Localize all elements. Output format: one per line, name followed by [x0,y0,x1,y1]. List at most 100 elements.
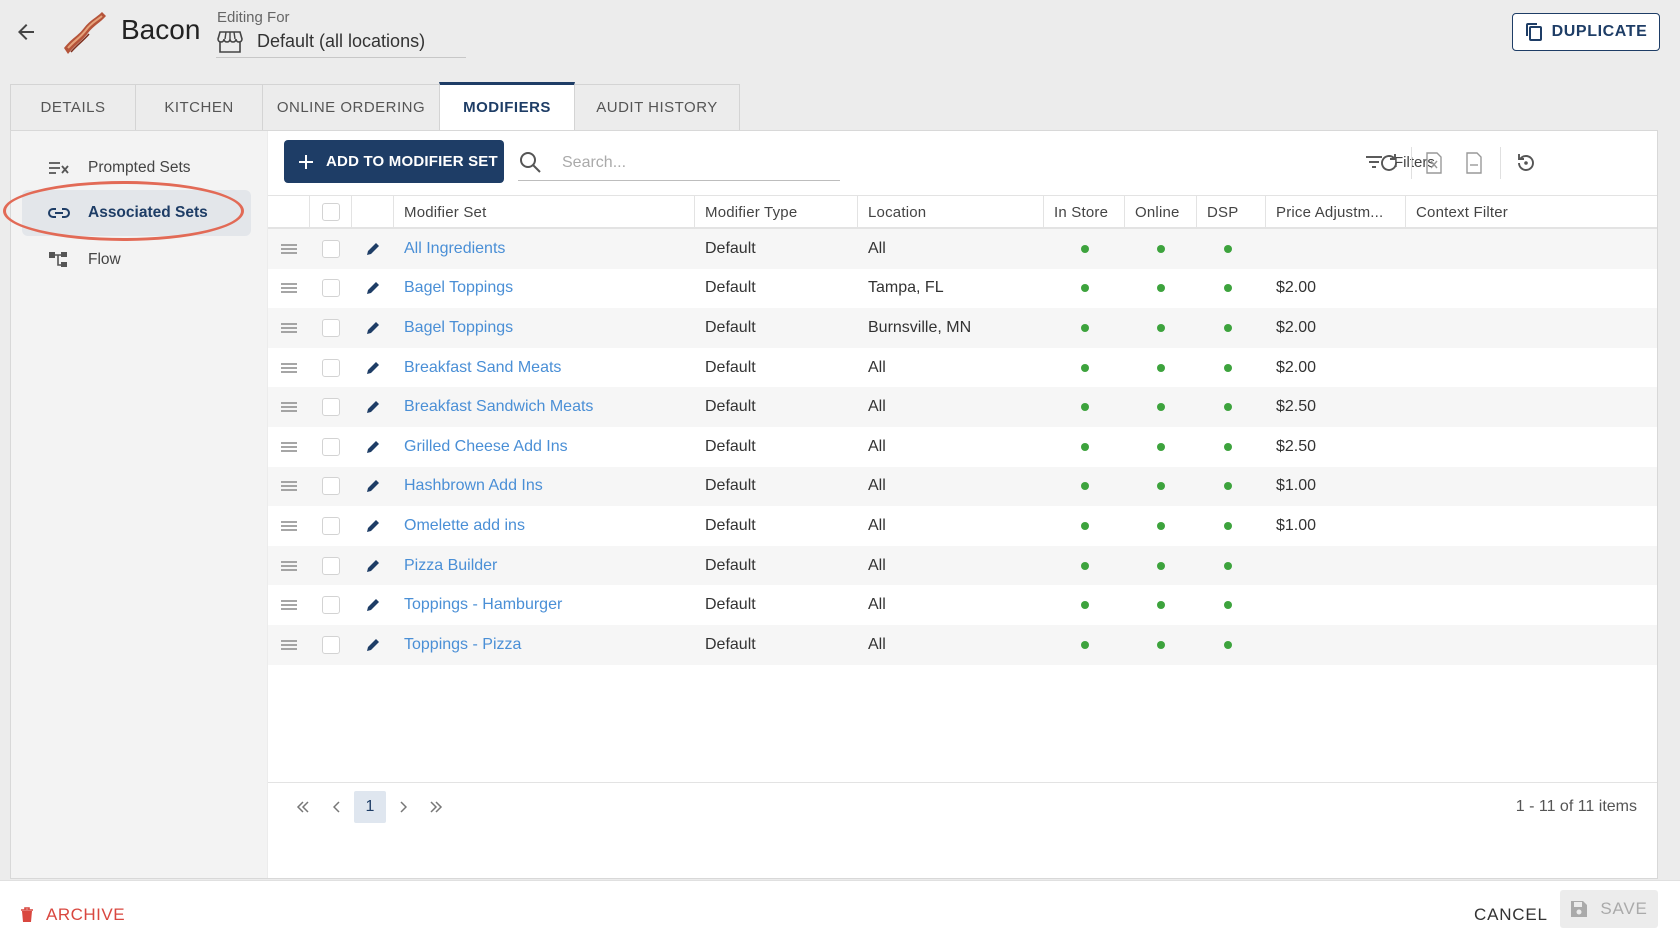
drag-handle-icon[interactable] [280,402,298,412]
in-store-status-dot [1080,363,1089,372]
drag-handle-icon[interactable] [280,560,298,571]
drag-handle-icon[interactable] [280,481,298,492]
select-all-checkbox[interactable] [321,203,340,221]
location-selector[interactable]: Editing For Default (all locations) [216,0,466,58]
first-page-button[interactable] [287,791,319,823]
row-checkbox[interactable] [322,239,340,258]
row-checkbox[interactable] [322,516,340,535]
row-checkbox[interactable] [322,279,340,298]
modifier-set-link[interactable]: Pizza Builder [404,557,497,575]
pencil-edit-icon[interactable] [365,320,381,336]
drag-handle-icon[interactable] [280,323,298,333]
save-button[interactable]: SAVE [1560,890,1658,928]
modifier-set-link[interactable]: Toppings - Pizza [404,636,521,654]
dsp-status-dot [1224,482,1232,491]
drag-handle-icon[interactable] [280,442,298,452]
drag-handle-icon[interactable] [280,521,298,531]
column-header-online[interactable]: Online [1125,196,1197,228]
pencil-edit-icon[interactable] [365,637,381,653]
tab-modifiers[interactable]: MODIFIERS [439,82,575,130]
reset-history-icon[interactable] [1514,151,1538,175]
sidebar-item-associated-sets[interactable]: Associated Sets [22,190,251,236]
pencil-edit-icon[interactable] [365,360,381,376]
table-row[interactable]: Breakfast Sandwich Meats Default All $2.50 [268,387,1657,427]
duplicate-button[interactable]: DUPLICATE [1512,13,1660,51]
row-checkbox[interactable] [322,596,340,615]
row-checkbox[interactable] [322,398,340,417]
pencil-edit-icon[interactable] [365,439,381,455]
modifier-set-link[interactable]: Grilled Cheese Add Ins [404,438,568,456]
row-edit-cell [352,308,394,348]
refresh-icon[interactable] [1377,151,1401,175]
table-row[interactable]: All Ingredients Default All [268,229,1657,269]
table-row[interactable]: Bagel Toppings Default Tampa, FL $2.00 [268,269,1657,309]
row-checkbox[interactable] [322,358,340,377]
online-cell [1125,467,1197,507]
tab-kitchen[interactable]: KITCHEN [135,84,263,130]
row-select-cell [310,506,352,546]
drag-handle-icon[interactable] [280,244,298,254]
column-header-modifier-set[interactable]: Modifier Set [394,196,695,228]
table-row[interactable]: Toppings - Hamburger Default All [268,585,1657,625]
tab-online-ordering[interactable]: ONLINE ORDERING [262,84,440,130]
context-filter-cell [1406,308,1657,348]
modifier-set-link[interactable]: Bagel Toppings [404,279,513,297]
back-arrow-icon[interactable] [14,20,38,44]
dsp-cell [1197,625,1266,665]
drag-handle-icon[interactable] [280,283,298,294]
search-input[interactable] [562,149,832,177]
sidebar-item-flow[interactable]: Flow [22,237,251,283]
page-number-button[interactable]: 1 [354,791,386,823]
in-store-status-dot [1080,323,1089,332]
table-row[interactable]: Breakfast Sand Meats Default All $2.00 [268,348,1657,388]
column-header-dsp[interactable]: DSP [1197,196,1266,228]
drag-handle-icon[interactable] [280,362,298,373]
tab-audit-history[interactable]: AUDIT HISTORY [574,84,740,130]
cancel-button[interactable]: CANCEL [1474,905,1548,925]
sidebar-item-label: Prompted Sets [88,159,191,176]
previous-page-button[interactable] [321,791,353,823]
table-row[interactable]: Toppings - Pizza Default All [268,625,1657,665]
modifier-type-cell: Default [705,398,756,416]
pencil-edit-icon[interactable] [365,558,381,574]
modifier-set-link[interactable]: Bagel Toppings [404,319,513,337]
modifier-set-link[interactable]: Breakfast Sand Meats [404,359,561,377]
drag-handle-icon[interactable] [280,600,298,610]
row-checkbox[interactable] [322,437,340,456]
row-checkbox[interactable] [322,477,340,496]
add-to-modifier-set-button[interactable]: ADD TO MODIFIER SET [284,140,504,183]
pencil-edit-icon[interactable] [365,241,381,257]
pencil-edit-icon[interactable] [365,478,381,494]
tab-details[interactable]: DETAILS [10,84,136,130]
next-page-button[interactable] [387,791,419,823]
modifier-set-link[interactable]: Toppings - Hamburger [404,596,562,614]
sidebar-item-prompted-sets[interactable]: Prompted Sets [22,145,251,191]
table-row[interactable]: Pizza Builder Default All [268,545,1657,586]
archive-button[interactable]: ARCHIVE [20,905,125,925]
table-row[interactable]: Bagel Toppings Default Burnsville, MN $2.00 [268,308,1657,348]
table-row[interactable]: Grilled Cheese Add Ins Default All $2.50 [268,427,1657,467]
last-page-button[interactable] [420,791,452,823]
column-header-in-store[interactable]: In Store [1044,196,1125,228]
page-footer: ARCHIVE CANCEL SAVE [0,880,1680,949]
row-checkbox[interactable] [322,635,340,654]
pencil-edit-icon[interactable] [365,518,381,534]
column-header-price-adjustment[interactable]: Price Adjustm... [1266,196,1406,228]
pencil-edit-icon[interactable] [365,399,381,415]
column-header-location[interactable]: Location [858,196,1044,228]
modifier-set-link[interactable]: Omelette add ins [404,517,525,535]
table-row[interactable]: Omelette add ins Default All $1.00 [268,506,1657,546]
modifier-set-link[interactable]: Breakfast Sandwich Meats [404,398,593,416]
export-csv-icon[interactable] [1462,151,1486,175]
column-header-modifier-type[interactable]: Modifier Type [695,196,858,228]
pencil-edit-icon[interactable] [365,597,381,613]
row-checkbox[interactable] [322,318,340,337]
column-header-context-filter[interactable]: Context Filter [1406,196,1657,228]
drag-handle-icon[interactable] [280,640,298,650]
row-checkbox[interactable] [322,556,340,575]
modifier-set-link[interactable]: Hashbrown Add Ins [404,477,543,495]
modifier-set-link[interactable]: All Ingredients [404,240,505,258]
pencil-edit-icon[interactable] [365,280,381,296]
table-row[interactable]: Hashbrown Add Ins Default All $1.00 [268,466,1657,507]
export-excel-icon[interactable] [1422,151,1446,175]
